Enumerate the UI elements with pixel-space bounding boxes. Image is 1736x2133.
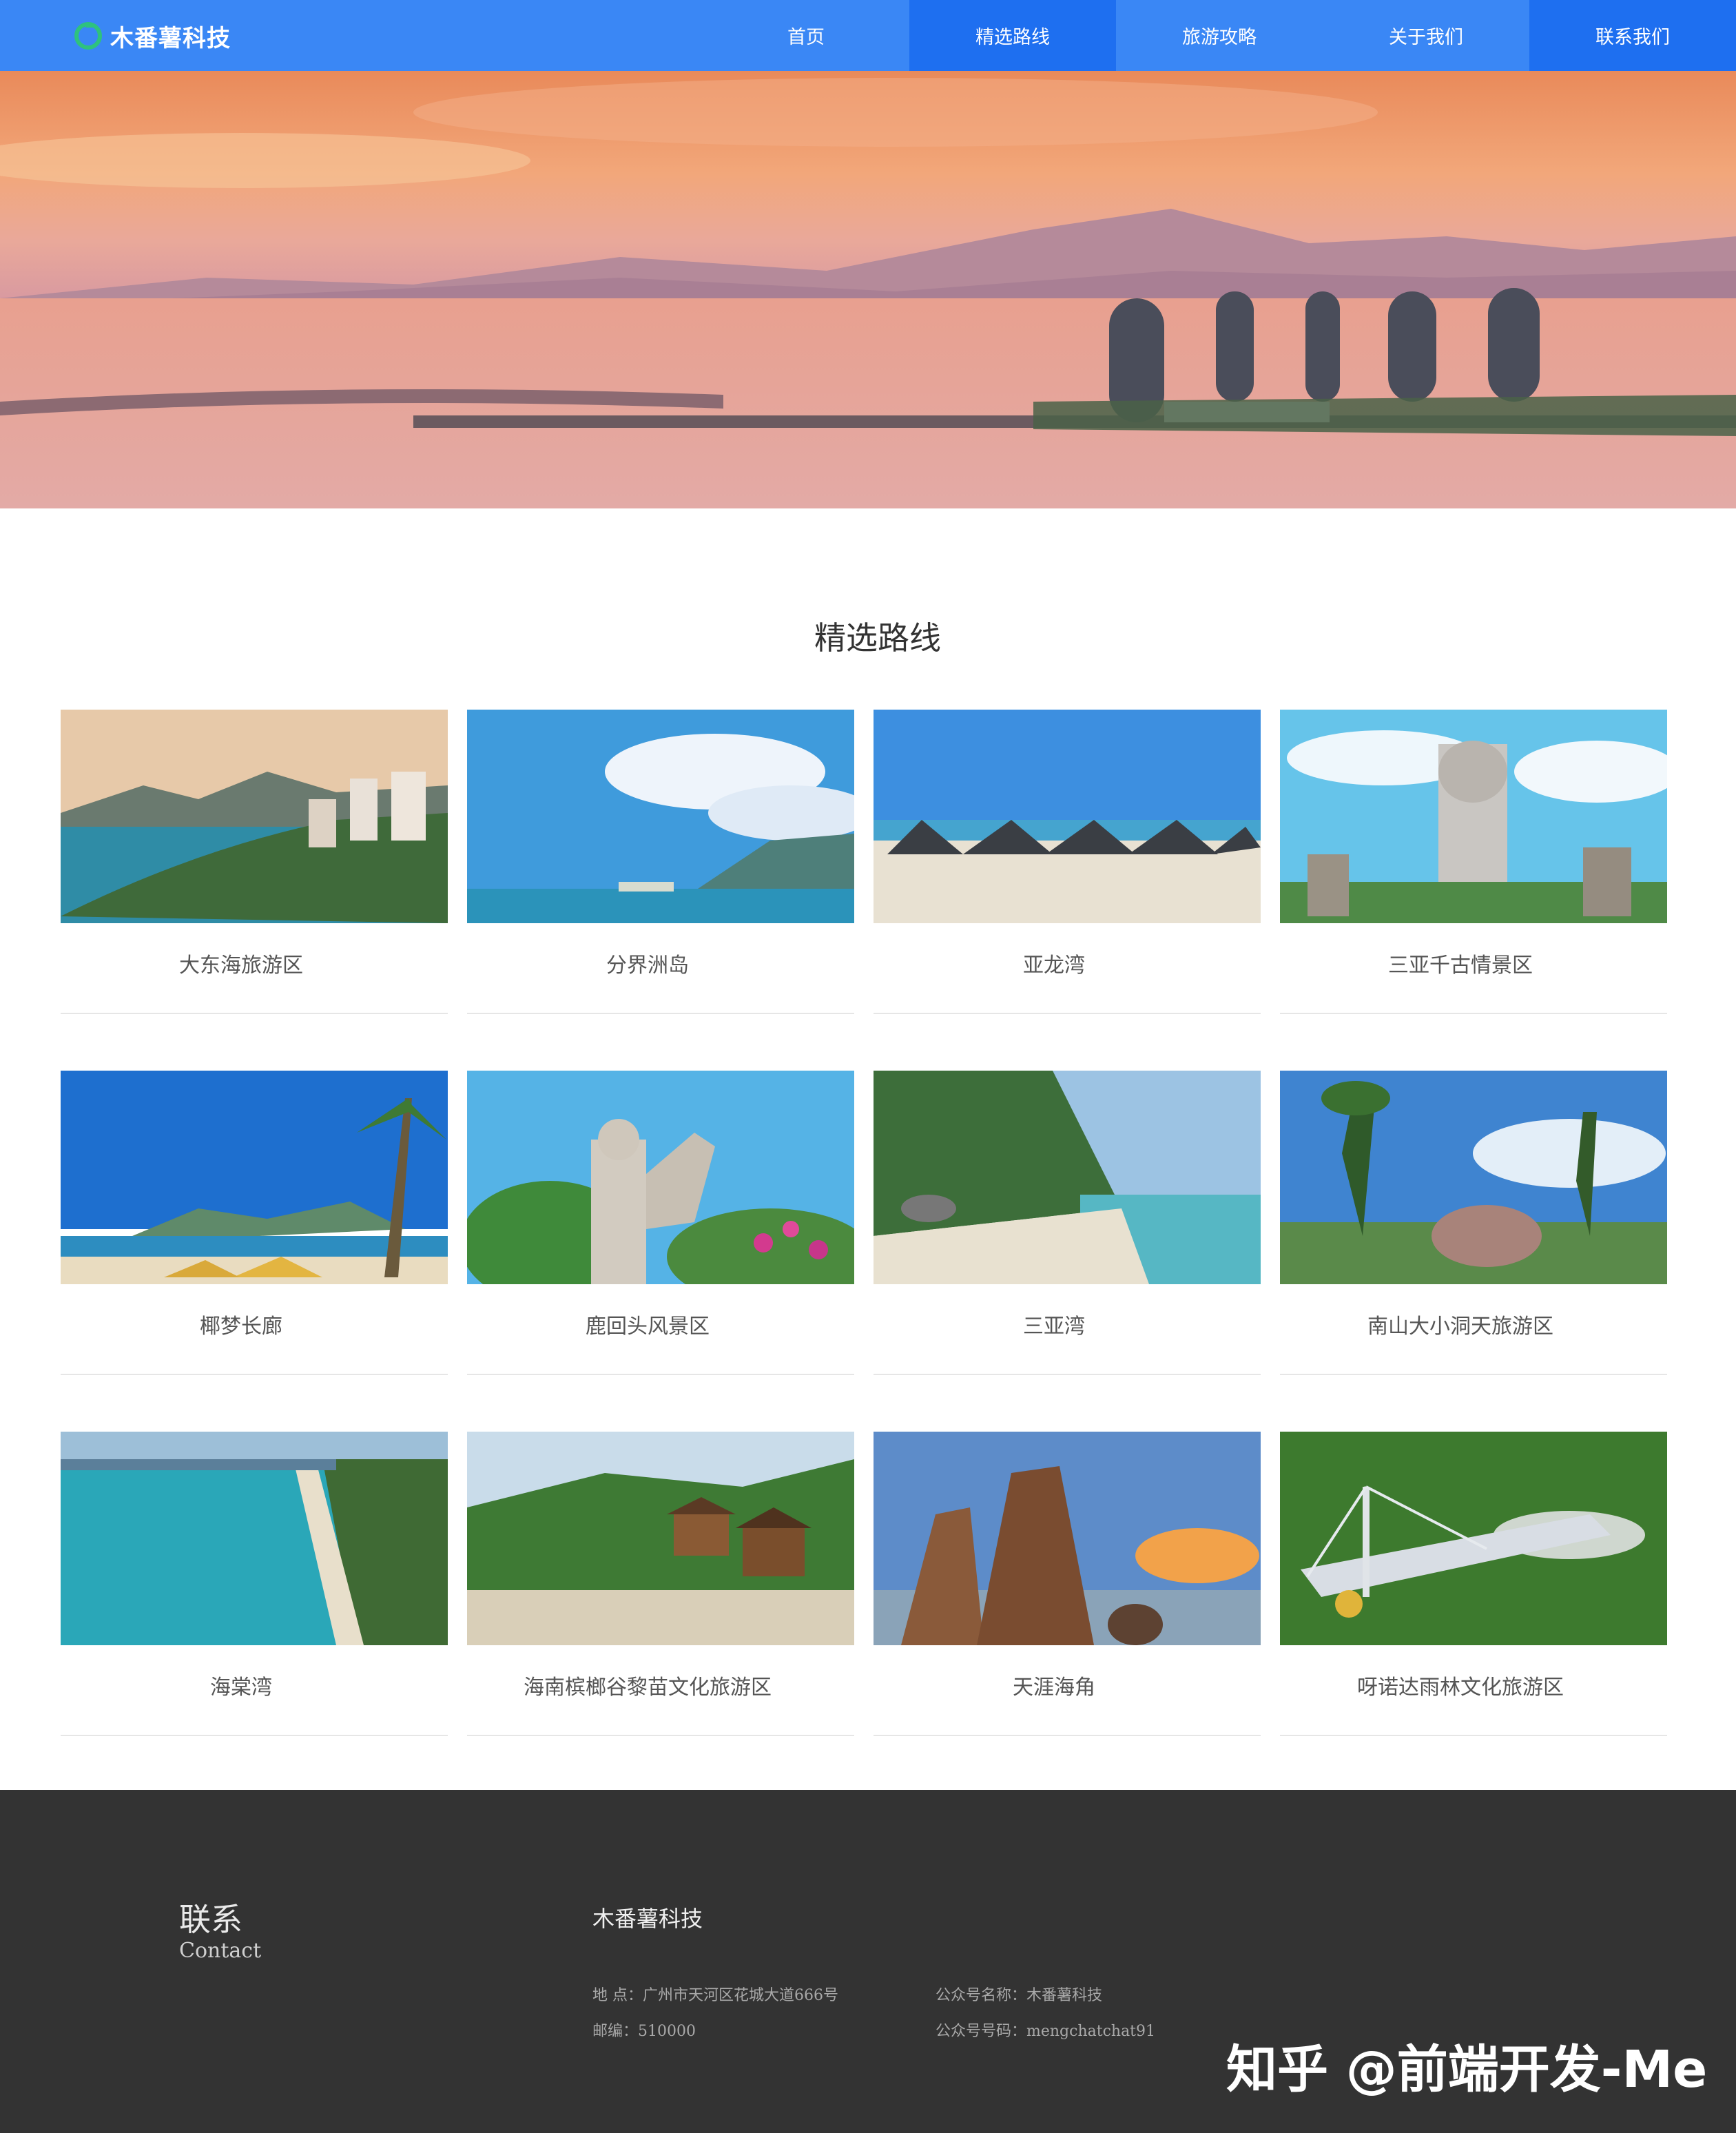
route-name: 三亚湾 <box>1023 1315 1085 1339</box>
footer-wechat-name: 公众号名称：木番薯科技 <box>936 1987 1103 2004</box>
route-card[interactable]: 分界洲岛 <box>467 710 854 1014</box>
route-thumbnail[interactable] <box>467 1432 854 1645</box>
route-thumbnail[interactable] <box>467 710 854 923</box>
route-thumbnail[interactable] <box>874 1432 1261 1645</box>
route-name: 南山大小洞天旅游区 <box>1367 1315 1553 1339</box>
route-thumbnail[interactable] <box>61 1432 448 1645</box>
top-navbar: 木番薯科技 首页 精选路线 旅游攻略 关于我们 联系我们 <box>0 0 1736 71</box>
footer-address: 地 点：广州市天河区花城大道666号 <box>592 1987 838 2004</box>
coastal-city-image <box>61 710 448 923</box>
brand-logo[interactable]: 木番薯科技 <box>72 17 231 55</box>
route-name: 海南槟榔谷黎苗文化旅游区 <box>524 1676 772 1700</box>
route-thumbnail[interactable] <box>1280 1071 1667 1284</box>
divider <box>1280 1735 1667 1736</box>
route-card[interactable]: 大东海旅游区 <box>61 710 448 1014</box>
route-name: 鹿回头风景区 <box>586 1315 710 1339</box>
palm-beach-image <box>61 1071 448 1284</box>
route-card[interactable]: 三亚湾 <box>874 1071 1261 1375</box>
rainforest-bridge-image <box>1280 1432 1667 1645</box>
divider <box>874 1374 1261 1375</box>
route-name: 海棠湾 <box>210 1676 272 1700</box>
route-card[interactable]: 海棠湾 <box>61 1432 448 1736</box>
route-card[interactable]: 亚龙湾 <box>874 710 1261 1014</box>
route-thumbnail[interactable] <box>874 1071 1261 1284</box>
route-name: 分界洲岛 <box>606 954 689 978</box>
divider <box>467 1374 854 1375</box>
footer-contact-title: 联系 <box>179 1901 242 1938</box>
divider <box>1280 1013 1667 1014</box>
beach-umbrellas-image <box>874 710 1261 923</box>
nav-about[interactable]: 关于我们 <box>1323 0 1529 71</box>
footer-postcode: 邮编：510000 <box>592 2023 696 2040</box>
zhihu-watermark: 知乎 @前端开发-Me <box>1226 2040 1708 2099</box>
route-thumbnail[interactable] <box>1280 710 1667 923</box>
route-name: 呀诺达雨林文化旅游区 <box>1357 1676 1564 1700</box>
nav-routes[interactable]: 精选路线 <box>909 0 1116 71</box>
hero-banner <box>0 71 1736 508</box>
route-card[interactable]: 南山大小洞天旅游区 <box>1280 1071 1667 1375</box>
divider <box>874 1013 1261 1014</box>
route-thumbnail[interactable] <box>1280 1432 1667 1645</box>
nav-home[interactable]: 首页 <box>703 0 909 71</box>
divider <box>61 1374 448 1375</box>
rock-garden-image <box>1280 1071 1667 1284</box>
route-thumbnail[interactable] <box>61 1071 448 1284</box>
aerial-bay-image <box>61 1432 448 1645</box>
divider <box>467 1735 854 1736</box>
hero-sunset-image <box>0 71 1736 508</box>
divider <box>61 1013 448 1014</box>
section-title: 精选路线 <box>814 619 941 657</box>
route-thumbnail[interactable] <box>467 1071 854 1284</box>
divider <box>467 1013 854 1014</box>
forest-village-image <box>467 1432 854 1645</box>
route-card[interactable]: 天涯海角 <box>874 1432 1261 1736</box>
route-name: 大东海旅游区 <box>179 954 303 978</box>
route-card[interactable]: 鹿回头风景区 <box>467 1071 854 1375</box>
route-name: 椰梦长廊 <box>200 1315 282 1339</box>
route-card[interactable]: 海南槟榔谷黎苗文化旅游区 <box>467 1432 854 1736</box>
footer-wechat-id: 公众号号码：mengchatchat91 <box>936 2023 1156 2040</box>
recycle-logo-icon <box>74 22 102 50</box>
route-thumbnail[interactable] <box>61 710 448 923</box>
footer-contact-subtitle: Contact <box>179 1939 262 1963</box>
nav-guides[interactable]: 旅游攻略 <box>1116 0 1323 71</box>
main-nav: 首页 精选路线 旅游攻略 关于我们 联系我们 <box>703 0 1736 71</box>
route-card[interactable]: 椰梦长廊 <box>61 1071 448 1375</box>
nav-contact[interactable]: 联系我们 <box>1529 0 1736 71</box>
route-thumbnail[interactable] <box>874 710 1261 923</box>
route-name: 三亚千古情景区 <box>1388 954 1533 978</box>
route-name: 天涯海角 <box>1013 1676 1095 1700</box>
divider <box>1280 1374 1667 1375</box>
sunset-rocks-image <box>874 1432 1261 1645</box>
divider <box>61 1735 448 1736</box>
deer-statue-image <box>467 1071 854 1284</box>
tropical-cove-image <box>874 1071 1261 1284</box>
island-sky-image <box>467 710 854 923</box>
footer-company-name: 木番薯科技 <box>592 1906 703 1932</box>
brand-name: 木番薯科技 <box>110 24 231 52</box>
route-name: 亚龙湾 <box>1023 954 1085 978</box>
route-card[interactable]: 呀诺达雨林文化旅游区 <box>1280 1432 1667 1736</box>
route-card[interactable]: 三亚千古情景区 <box>1280 710 1667 1014</box>
statue-park-image <box>1280 710 1667 923</box>
divider <box>874 1735 1261 1736</box>
